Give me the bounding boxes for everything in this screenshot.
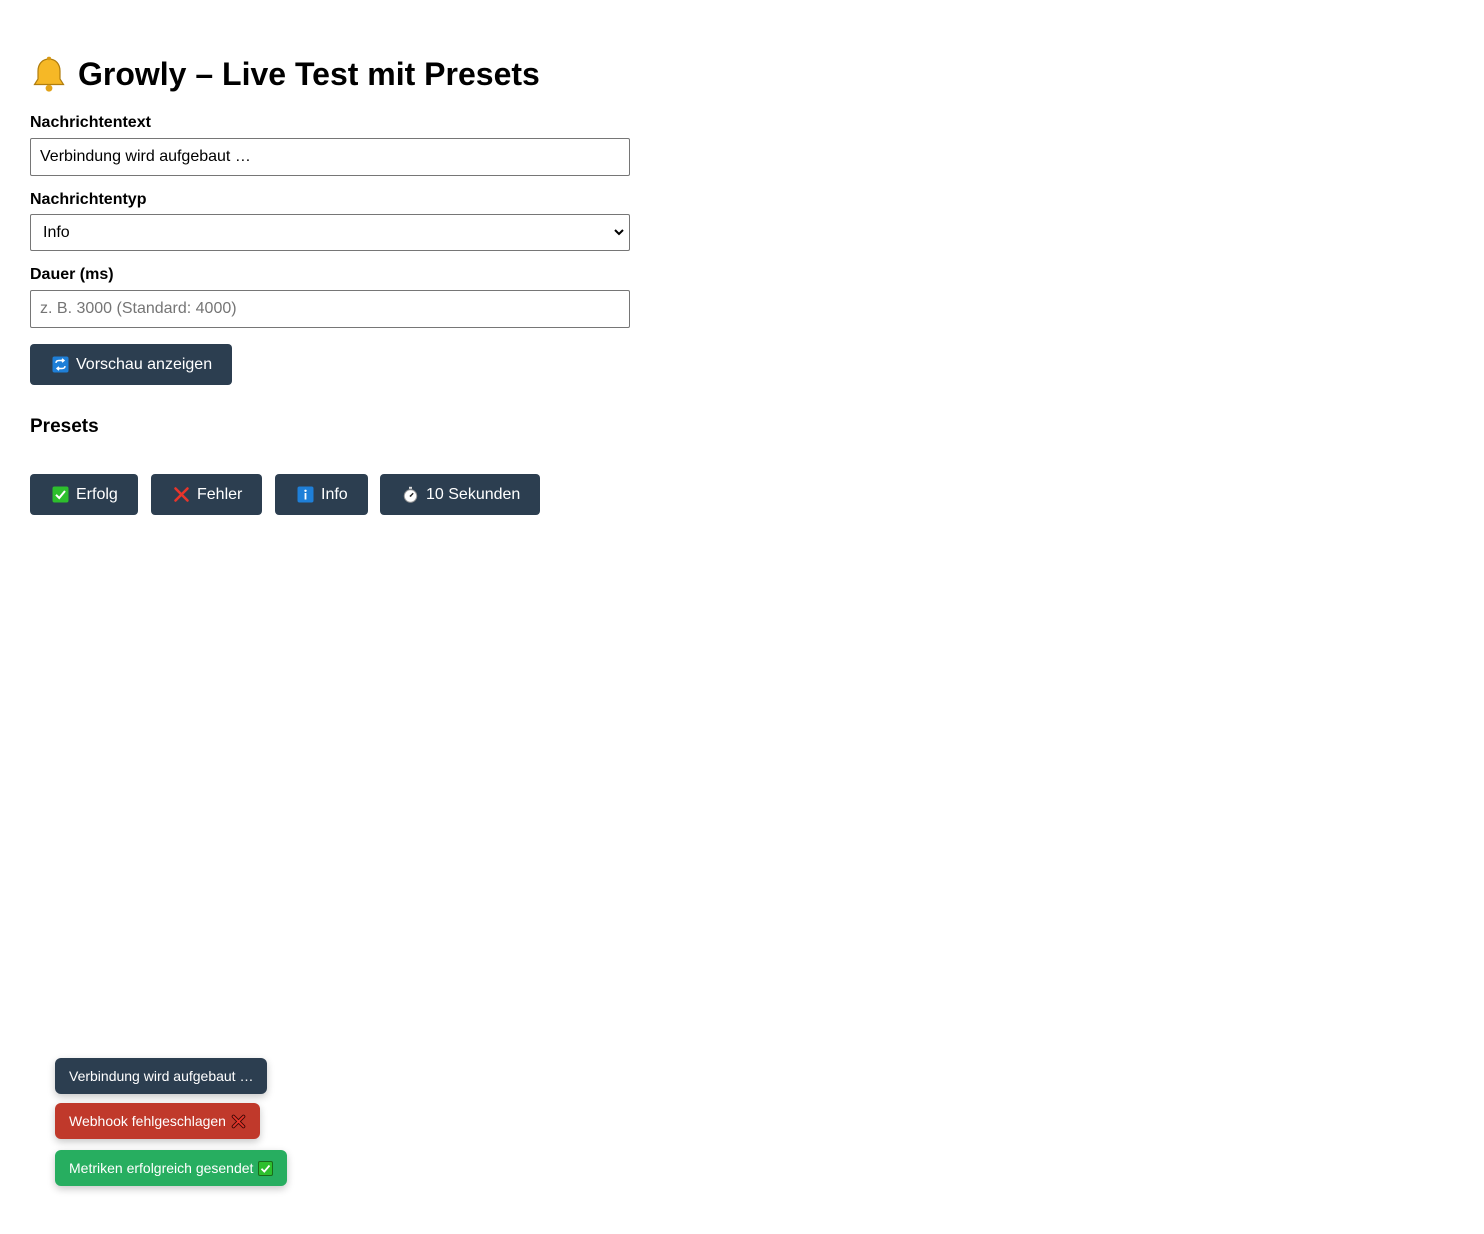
page-title-text: Growly – Live Test mit Presets [78,56,540,92]
toast-success-text: Metriken erfolgreich gesendet [69,1160,254,1176]
info-icon [297,486,314,503]
check-icon [52,486,69,503]
preview-button[interactable]: Vorschau anzeigen [30,344,233,385]
message-input[interactable] [30,138,630,176]
stopwatch-icon [403,486,418,503]
cross-icon [174,487,189,502]
presets-heading: Presets [30,416,99,437]
toast-info[interactable]: Verbindung wird aufgebaut … [55,1058,268,1094]
preset-error-label: Fehler [197,485,243,503]
preset-success-button[interactable]: Erfolg [30,474,138,515]
duration-label: Dauer (ms) [30,266,114,283]
preset-info-label: Info [321,485,348,503]
bell-icon [33,56,65,92]
toast-success[interactable]: Metriken erfolgreich gesendet [55,1150,288,1186]
preset-10s-button[interactable]: 10 Sekunden [380,474,541,515]
toast-error[interactable]: Webhook fehlgeschlagen [55,1103,260,1139]
message-label: Nachrichtentext [30,114,151,131]
type-label: Nachrichtentyp [30,191,147,208]
refresh-icon [52,356,69,373]
toast-info-text: Verbindung wird aufgebaut … [69,1068,254,1084]
duration-input[interactable] [30,290,630,328]
preset-10s-label: 10 Sekunden [426,485,521,503]
type-select-wrapper: Info [30,214,630,251]
cross-icon [231,1114,246,1128]
type-select[interactable]: Info [30,214,630,251]
preview-button-label: Vorschau anzeigen [76,355,213,373]
check-icon [258,1160,274,1176]
preset-success-label: Erfolg [76,485,118,503]
preset-info-button[interactable]: Info [275,474,368,515]
preset-error-button[interactable]: Fehler [151,474,263,515]
toast-error-text: Webhook fehlgeschlagen [69,1113,226,1129]
page-title: Growly – Live Test mit Presets [30,52,540,96]
